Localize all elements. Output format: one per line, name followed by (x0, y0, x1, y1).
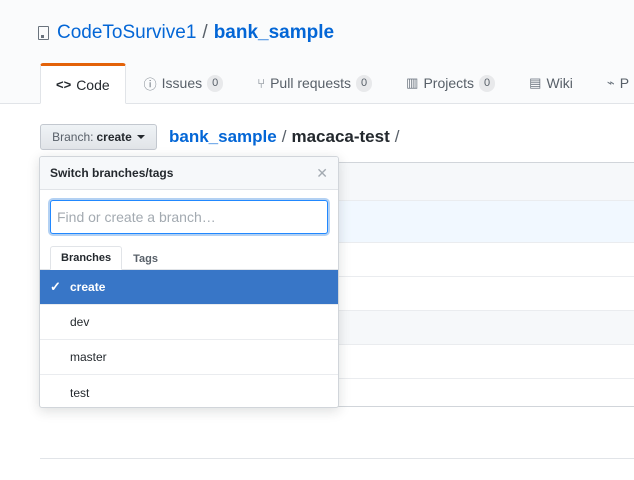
project-icon: ▥ (406, 75, 419, 90)
branch-item-label: create (70, 280, 106, 294)
tab-branches[interactable]: Branches (50, 246, 123, 270)
git-pull-request-icon: ⑂ (257, 75, 266, 91)
issue-opened-icon: ⓘ (143, 76, 157, 92)
breadcrumb-separator: / (394, 127, 400, 146)
projects-counter: 0 (479, 74, 496, 92)
caret-down-icon (136, 135, 145, 139)
repo-owner-link[interactable]: CodeToSurvive1 (57, 22, 196, 44)
divider (40, 458, 634, 459)
branch-button-prefix: Branch: (52, 130, 94, 144)
tab-pulse-label: P (619, 75, 630, 91)
close-icon[interactable]: ✕ (316, 165, 328, 182)
tab-projects-label: Projects (423, 75, 475, 91)
tab-code[interactable]: <> Code (40, 63, 126, 104)
repo-name-link[interactable]: bank_sample (214, 22, 334, 44)
branch-item-label: test (70, 385, 90, 400)
tab-code-label: Code (76, 76, 110, 93)
tab-wiki[interactable]: ▤ Wiki (513, 63, 589, 103)
tab-pulse[interactable]: ⌁ P (591, 63, 634, 103)
repo-title: CodeToSurvive1 / bank_sample (38, 19, 334, 47)
branch-item-label: dev (70, 315, 90, 329)
branch-dropdown: Switch branches/tags ✕ Branches Tags ✓ c… (39, 156, 339, 408)
repo-title-separator: / (202, 22, 208, 43)
tab-pull-requests-label: Pull requests (270, 75, 352, 91)
book-icon: ▤ (529, 75, 542, 90)
branch-item-test[interactable]: test (40, 375, 338, 407)
repo-icon (38, 26, 49, 40)
dropdown-title: Switch branches/tags (50, 166, 174, 180)
dropdown-header: Switch branches/tags ✕ (40, 157, 338, 190)
branch-item-create[interactable]: ✓ create (40, 270, 338, 305)
pull-requests-counter: 0 (356, 74, 373, 92)
tab-projects[interactable]: ▥ Projects 0 (390, 63, 511, 103)
code-icon: <> (56, 77, 72, 92)
tab-issues-label: Issues (161, 75, 203, 91)
branch-filter-input[interactable] (50, 200, 328, 234)
dropdown-tabs: Branches Tags (40, 246, 338, 270)
issues-counter: 0 (207, 74, 224, 92)
tab-issues[interactable]: ⓘ Issues 0 (128, 63, 240, 103)
breadcrumb-repo-link[interactable]: bank_sample (169, 127, 277, 147)
breadcrumb-current-dir: macaca-test (291, 127, 390, 146)
branch-item-master[interactable]: master (40, 340, 338, 375)
check-icon: ✓ (50, 279, 61, 294)
breadcrumb-separator: / (281, 127, 287, 146)
branch-button-value: create (96, 130, 132, 144)
branch-item-dev[interactable]: dev (40, 305, 338, 340)
branch-item-label: master (70, 350, 107, 364)
branch-list: ✓ create dev master test (40, 270, 338, 407)
tab-wiki-label: Wiki (546, 75, 573, 91)
repo-header: CodeToSurvive1 / bank_sample <> Code ⓘ I… (0, 0, 634, 104)
repo-nav-tabs: <> Code ⓘ Issues 0 ⑂ Pull requests 0 ▥ P… (40, 63, 634, 104)
dropdown-filter (40, 190, 338, 235)
tab-tags[interactable]: Tags (122, 248, 169, 270)
breadcrumb: bank_sample / macaca-test / (169, 125, 404, 149)
branch-select-button[interactable]: Branch: create (40, 124, 157, 150)
tab-pull-requests[interactable]: ⑂ Pull requests 0 (241, 63, 388, 103)
pulse-icon: ⌁ (606, 75, 615, 90)
